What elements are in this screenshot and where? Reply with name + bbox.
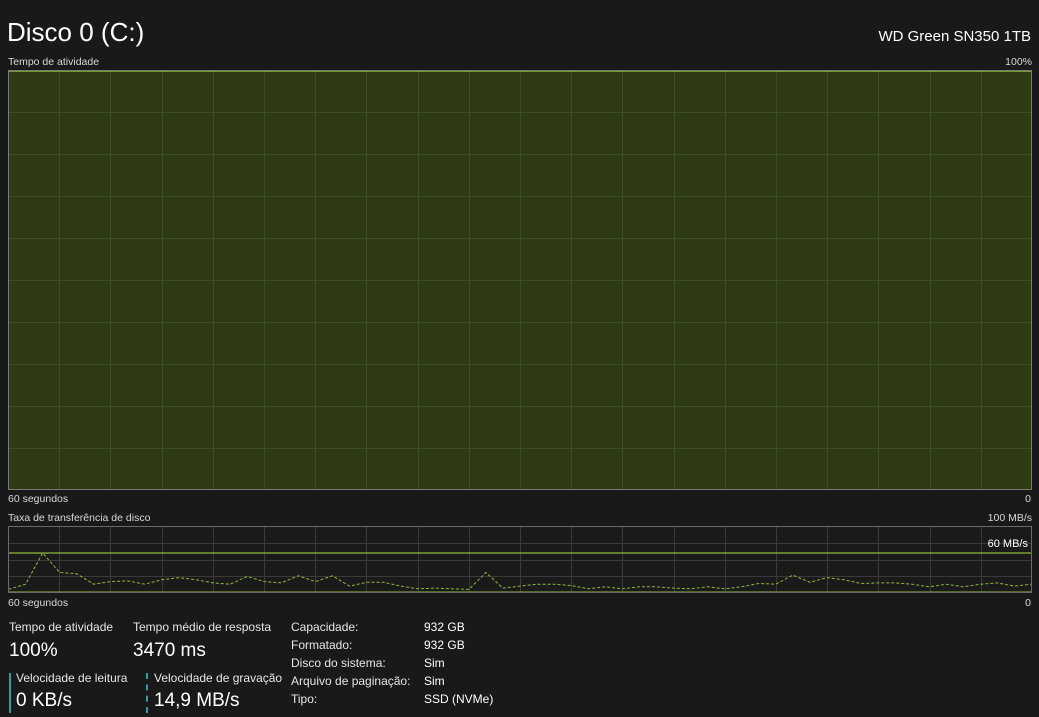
capacity-label: Capacidade: <box>291 620 359 634</box>
read-speed-indicator <box>9 673 11 713</box>
read-speed-label: Velocidade de leitura <box>16 671 128 685</box>
formatted-value: 932 GB <box>424 638 465 652</box>
transfer-min-label: 0 <box>1025 597 1031 609</box>
activity-graph-label: Tempo de atividade <box>8 56 100 68</box>
system-disk-value: Sim <box>424 656 445 670</box>
transfer-time-label: 60 segundos <box>8 597 69 609</box>
disk-title: Disco 0 (C:) <box>7 17 145 47</box>
activity-graph <box>8 70 1032 490</box>
transfer-graph-label: Taxa de transferência de disco <box>8 512 151 524</box>
active-time-label: Tempo de atividade <box>9 620 114 634</box>
write-speed-value: 14,9 MB/s <box>154 690 240 711</box>
read-speed-value: 0 KB/s <box>16 690 72 711</box>
page-file-value: Sim <box>424 674 445 688</box>
active-time-value: 100% <box>9 640 58 661</box>
response-time-label: Tempo médio de resposta <box>133 620 272 634</box>
activity-time-label: 60 segundos <box>8 493 69 505</box>
write-speed-indicator <box>146 673 148 713</box>
capacity-value: 932 GB <box>424 620 465 634</box>
page-file-label: Arquivo de paginação: <box>291 674 411 688</box>
response-time-value: 3470 ms <box>133 640 206 661</box>
transfer-threshold-label: 60 MB/s <box>987 538 1028 550</box>
activity-min-label: 0 <box>1025 493 1031 505</box>
write-speed-label: Velocidade de gravação <box>154 671 283 685</box>
system-disk-label: Disco do sistema: <box>291 656 386 670</box>
type-value: SSD (NVMe) <box>424 692 494 706</box>
disk-model: WD Green SN350 1TB <box>878 28 1031 45</box>
formatted-label: Formatado: <box>291 638 353 652</box>
activity-graph-max-label: 100% <box>1005 56 1032 68</box>
type-label: Tipo: <box>291 692 318 706</box>
transfer-graph <box>8 526 1032 593</box>
transfer-graph-max-label: 100 MB/s <box>987 512 1032 524</box>
